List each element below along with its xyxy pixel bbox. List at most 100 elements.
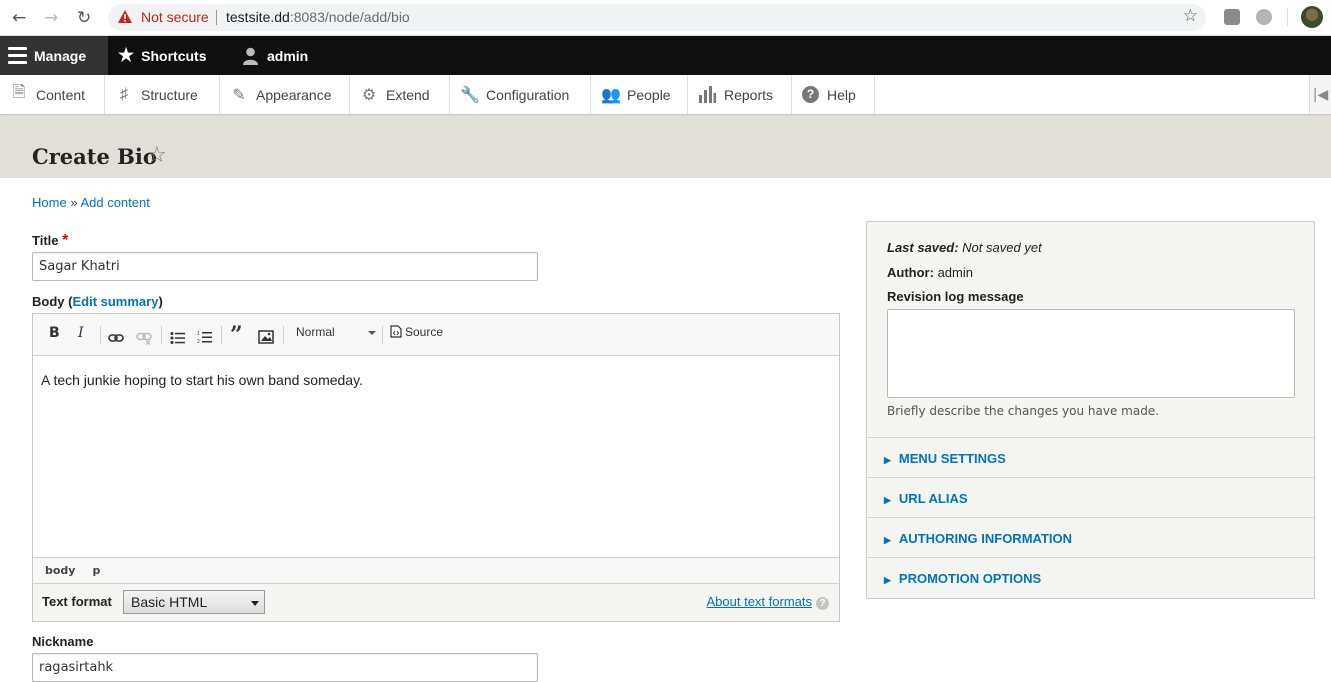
editor-toolbar: B I 12 ” Normal Source: [33, 314, 839, 356]
svg-text:1: 1: [197, 331, 200, 337]
svg-text:2: 2: [197, 339, 200, 345]
wrench-icon: 🔧: [460, 86, 480, 104]
collapse-tray-icon[interactable]: |◀: [1309, 75, 1331, 114]
author-info: Author: admin: [887, 265, 973, 280]
paintbrush-icon: ✎: [232, 86, 246, 104]
blockquote-icon[interactable]: ”: [230, 322, 243, 348]
profile-avatar[interactable]: [1301, 6, 1323, 28]
shortcuts-label: Shortcuts: [141, 47, 207, 64]
menu-item-content[interactable]: 🗎 Content: [0, 75, 105, 114]
editor-content-area[interactable]: A tech junkie hoping to start his own ba…: [33, 356, 839, 557]
format-combo-value: Normal: [296, 325, 335, 339]
title-label: Title *: [32, 232, 69, 249]
bold-icon[interactable]: B: [49, 325, 60, 345]
menu-item-label: People: [627, 86, 671, 103]
security-label[interactable]: Not secure: [141, 9, 209, 25]
address-bar[interactable]: Not secure testsite.dd:8083/node/add/bio…: [108, 4, 1206, 31]
revision-log-description: Briefly describe the changes you have ma…: [887, 404, 1160, 418]
help-icon: ?: [816, 597, 829, 610]
manage-label: Manage: [34, 47, 87, 64]
menu-item-people[interactable]: 👥 People: [591, 75, 688, 114]
file-icon: 🗎: [12, 84, 26, 101]
toolbar-divider: [1287, 8, 1288, 26]
reload-icon[interactable]: ↻: [77, 8, 91, 28]
promotion-options-toggle[interactable]: ▶ PROMOTION OPTIONS: [867, 557, 1314, 597]
breadcrumb-add-content[interactable]: Add content: [80, 195, 149, 210]
menu-item-appearance[interactable]: ✎ Appearance: [220, 75, 350, 114]
menu-item-label: Appearance: [256, 86, 332, 103]
last-saved: Last saved: Not saved yet: [887, 240, 1042, 255]
omnibox-divider: [216, 10, 217, 25]
nickname-input[interactable]: ragasirtahk: [32, 653, 538, 682]
browser-chrome: ← → ↻ Not secure testsite.dd:8083/node/a…: [0, 0, 1331, 36]
user-tab[interactable]: admin: [232, 36, 308, 75]
edit-summary-link[interactable]: Edit summary: [72, 294, 158, 309]
italic-icon[interactable]: I: [78, 325, 84, 345]
text-format-select[interactable]: Basic HTML: [123, 590, 265, 614]
page-title: Create Bio: [32, 144, 157, 169]
revision-log-label: Revision log message: [887, 289, 1024, 304]
menu-item-configuration[interactable]: 🔧 Configuration: [450, 75, 591, 114]
image-icon[interactable]: [258, 327, 274, 347]
toolbar-separator: [283, 326, 284, 344]
breadcrumb-home[interactable]: Home: [32, 195, 67, 210]
menu-item-extend[interactable]: ⚙ Extend: [350, 75, 450, 114]
extension-icon[interactable]: [1224, 9, 1240, 25]
hamburger-icon: [8, 47, 27, 64]
url-text[interactable]: testsite.dd:8083/node/add/bio: [226, 9, 410, 25]
path-body[interactable]: body: [45, 564, 75, 577]
link-icon[interactable]: [108, 328, 124, 348]
shortcuts-tab[interactable]: ★ Shortcuts: [108, 36, 206, 75]
bulleted-list-icon[interactable]: [170, 328, 185, 348]
chevron-down-icon: [368, 331, 376, 335]
menu-item-label: Content: [36, 86, 86, 103]
warning-icon: [118, 10, 132, 23]
body-editor: B I 12 ” Normal Source A tech junkie hop…: [32, 313, 840, 622]
source-button[interactable]: Source: [390, 325, 443, 339]
bookmark-star-icon[interactable]: ☆: [1183, 6, 1198, 26]
authoring-information-toggle[interactable]: ▶ AUTHORING INFORMATION: [867, 517, 1314, 557]
question-icon: ?: [802, 86, 819, 103]
menu-item-label: Extend: [386, 86, 430, 103]
user-label: admin: [267, 47, 309, 64]
triangle-right-icon: ▶: [884, 535, 891, 545]
menu-item-structure[interactable]: ♯ Structure: [105, 75, 220, 114]
numbered-list-icon[interactable]: 12: [197, 327, 212, 347]
menu-item-label: Reports: [724, 86, 774, 103]
menu-item-label: Help: [827, 86, 856, 103]
title-input[interactable]: Sagar Khatri: [32, 252, 538, 281]
url-alias-toggle[interactable]: ▶ URL ALIAS: [867, 477, 1314, 517]
menu-item-reports[interactable]: Reports: [688, 75, 792, 114]
path-p[interactable]: p: [93, 564, 101, 577]
breadcrumb: Home » Add content: [32, 195, 150, 210]
unlink-icon[interactable]: [136, 328, 152, 348]
menu-item-help[interactable]: ? Help: [792, 75, 875, 114]
shortcut-star-icon[interactable]: ☆: [147, 143, 167, 168]
about-text-formats-link[interactable]: About text formats?: [707, 594, 829, 610]
extension-icon[interactable]: [1256, 9, 1272, 25]
toolbar-separator: [161, 326, 162, 344]
body-label: Body (Edit summary): [32, 294, 163, 309]
page-header: Create Bio ☆: [0, 116, 1331, 178]
forward-icon[interactable]: →: [44, 8, 58, 28]
required-marker: *: [62, 232, 69, 249]
toolbar-separator: [382, 326, 383, 344]
back-icon[interactable]: ←: [12, 8, 26, 28]
breadcrumb-separator: »: [70, 195, 78, 210]
paragraph-format-dropdown[interactable]: Normal: [290, 325, 376, 345]
element-path: body p: [33, 557, 839, 584]
menu-item-label: Configuration: [486, 86, 570, 103]
body-paragraph: A tech junkie hoping to start his own ba…: [41, 372, 363, 388]
sitemap-icon: ♯: [120, 85, 128, 103]
star-icon: ★: [118, 45, 135, 65]
triangle-right-icon: ▶: [884, 575, 891, 585]
revision-log-textarea[interactable]: [887, 309, 1295, 398]
chevron-down-icon: [251, 601, 259, 606]
puzzle-icon: ⚙: [361, 86, 377, 104]
text-format-value: Basic HTML: [131, 594, 208, 610]
manage-tab[interactable]: Manage: [0, 36, 108, 75]
admin-menu-tray: 🗎 Content ♯ Structure ✎ Appearance ⚙ Extend …: [0, 75, 1331, 115]
source-label: Source: [405, 325, 444, 339]
menu-settings-toggle[interactable]: ▶ MENU SETTINGS: [867, 437, 1314, 477]
text-format-row: Text format Basic HTML About text format…: [33, 584, 839, 621]
